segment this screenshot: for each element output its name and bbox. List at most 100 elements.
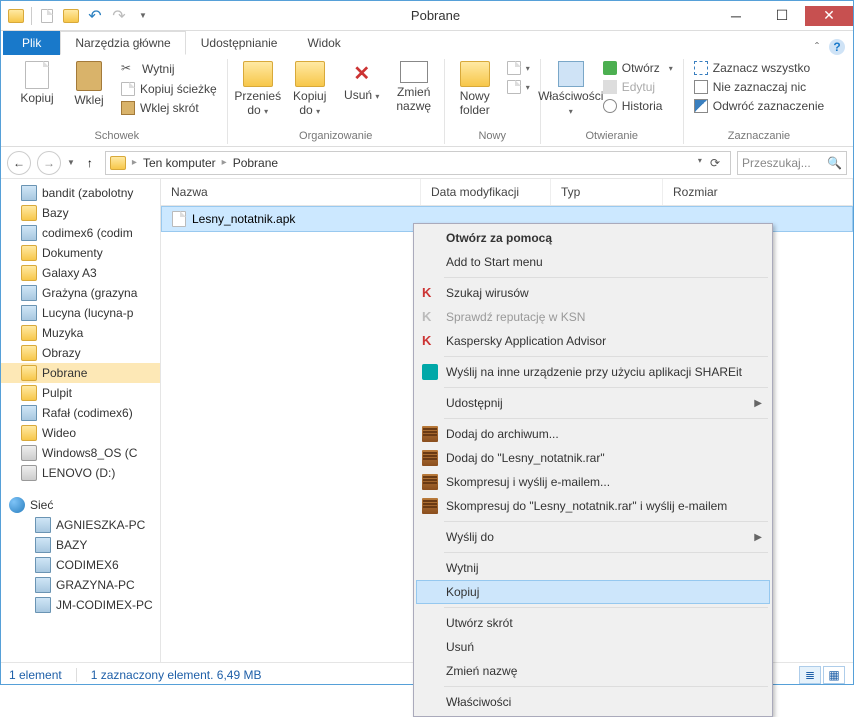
- view-icons-button[interactable]: ▦: [823, 666, 845, 684]
- invert-selection-button[interactable]: Odwróć zaznaczenie: [690, 97, 828, 115]
- paste-button[interactable]: Wklej: [65, 59, 113, 109]
- view-details-button[interactable]: ≣: [799, 666, 821, 684]
- tree-item[interactable]: Lucyna (lucyna-p: [1, 303, 160, 323]
- breadcrumb[interactable]: ▸ Ten komputer ▸ Pobrane ▾ ⟳: [105, 151, 731, 175]
- back-button[interactable]: ←: [7, 151, 31, 175]
- tab-home[interactable]: Narzędzia główne: [60, 31, 185, 55]
- up-button[interactable]: ↑: [81, 156, 99, 170]
- tree-item[interactable]: BAZY: [1, 535, 160, 555]
- ctx-cut[interactable]: Wytnij: [416, 556, 770, 580]
- tree-item[interactable]: Muzyka: [1, 323, 160, 343]
- tree-item[interactable]: Obrazy: [1, 343, 160, 363]
- address-bar: ← → ▼ ↑ ▸ Ten komputer ▸ Pobrane ▾ ⟳ Prz…: [1, 147, 853, 179]
- tree-item[interactable]: Bazy: [1, 203, 160, 223]
- ctx-compress-mail[interactable]: Skompresuj i wyślij e-mailem...: [416, 470, 770, 494]
- collapse-ribbon-icon[interactable]: ˆ: [815, 40, 819, 54]
- new-access-button[interactable]: ▾: [503, 78, 534, 96]
- ctx-shareit[interactable]: Wyślij na inne urządzenie przy użyciu ap…: [416, 360, 770, 384]
- history-dropdown-icon[interactable]: ▼: [67, 158, 75, 167]
- properties-button[interactable]: Właściwości ▾: [547, 59, 595, 119]
- ctx-scan-viruses[interactable]: KSzukaj wirusów: [416, 281, 770, 305]
- navigation-tree[interactable]: bandit (zabolotny Bazy codimex6 (codim D…: [1, 179, 161, 662]
- close-button[interactable]: ✕: [805, 6, 853, 26]
- tree-item[interactable]: JM-CODIMEX-PC: [1, 595, 160, 615]
- address-dropdown-icon[interactable]: ▾: [698, 156, 702, 170]
- qat-dropdown-icon[interactable]: ▼: [132, 5, 154, 27]
- select-none-button[interactable]: Nie zaznaczaj nic: [690, 78, 828, 96]
- tab-view[interactable]: Widok: [292, 31, 355, 55]
- col-date[interactable]: Data modyfikacji: [421, 179, 551, 205]
- edit-button: Edytuj: [599, 78, 677, 96]
- new-folder-button[interactable]: Nowy folder: [451, 59, 499, 119]
- maximize-button[interactable]: ☐: [759, 6, 805, 26]
- titlebar: ↶ ↷ ▼ Pobrane ─ ☐ ✕: [1, 1, 853, 31]
- redo-icon[interactable]: ↷: [108, 5, 130, 27]
- tab-file[interactable]: Plik: [3, 31, 60, 55]
- window-controls: ─ ☐ ✕: [713, 6, 853, 26]
- open-button[interactable]: Otwórz▾: [599, 59, 677, 77]
- tree-item[interactable]: AGNIESZKA-PC: [1, 515, 160, 535]
- ctx-open-with[interactable]: Otwórz za pomocą: [416, 226, 770, 250]
- ctx-send-to[interactable]: Wyślij do▶: [416, 525, 770, 549]
- file-name: Lesny_notatnik.apk: [192, 212, 295, 226]
- ctx-rename[interactable]: Zmień nazwę: [416, 659, 770, 683]
- copy-path-button[interactable]: Kopiuj ścieżkę: [117, 80, 221, 98]
- tree-item[interactable]: Galaxy A3: [1, 263, 160, 283]
- tree-item[interactable]: Grażyna (grazyna: [1, 283, 160, 303]
- ctx-share-with[interactable]: Udostępnij▶: [416, 391, 770, 415]
- folder-icon: [110, 156, 126, 170]
- ctx-create-shortcut[interactable]: Utwórz skrót: [416, 611, 770, 635]
- tree-item[interactable]: LENOVO (D:): [1, 463, 160, 483]
- ctx-ksn: KSprawdź reputację w KSN: [416, 305, 770, 329]
- cut-button[interactable]: ✂Wytnij: [117, 59, 221, 79]
- group-select: Zaznacz wszystko Nie zaznaczaj nic Odwró…: [684, 59, 834, 144]
- copy-to-button[interactable]: Kopiuj do ▾: [286, 59, 334, 119]
- new-item-button[interactable]: ▾: [503, 59, 534, 77]
- qat-folder-icon[interactable]: [5, 5, 27, 27]
- search-input[interactable]: Przeszukaj... 🔍: [737, 151, 847, 175]
- ctx-properties[interactable]: Właściwości: [416, 690, 770, 714]
- move-to-button[interactable]: Przenieś do ▾: [234, 59, 282, 119]
- refresh-icon[interactable]: ⟳: [704, 156, 726, 170]
- tree-item[interactable]: Dokumenty: [1, 243, 160, 263]
- qat-open-icon[interactable]: [60, 5, 82, 27]
- ribbon-tabs: Plik Narzędzia główne Udostępnianie Wido…: [1, 31, 853, 55]
- tree-item[interactable]: GRAZYNA-PC: [1, 575, 160, 595]
- tree-item[interactable]: Pulpit: [1, 383, 160, 403]
- tree-item[interactable]: Rafał (codimex6): [1, 403, 160, 423]
- column-headers: Nazwa Data modyfikacji Typ Rozmiar: [161, 179, 853, 206]
- select-all-button[interactable]: Zaznacz wszystko: [690, 59, 828, 77]
- undo-icon[interactable]: ↶: [84, 5, 106, 27]
- paste-shortcut-button[interactable]: Wklej skrót: [117, 99, 221, 117]
- rename-button[interactable]: Zmień nazwę: [390, 59, 438, 115]
- tab-share[interactable]: Udostępnianie: [186, 31, 293, 55]
- tree-item[interactable]: Wideo: [1, 423, 160, 443]
- col-type[interactable]: Typ: [551, 179, 663, 205]
- ctx-add-rar[interactable]: Dodaj do "Lesny_notatnik.rar": [416, 446, 770, 470]
- ctx-add-archive[interactable]: Dodaj do archiwum...: [416, 422, 770, 446]
- tree-item[interactable]: codimex6 (codim: [1, 223, 160, 243]
- crumb-pc[interactable]: Ten komputer: [143, 156, 216, 170]
- delete-button[interactable]: ✕Usuń ▾: [338, 59, 386, 104]
- tree-item[interactable]: bandit (zabolotny: [1, 183, 160, 203]
- ctx-compress-rar-mail[interactable]: Skompresuj do "Lesny_notatnik.rar" i wyś…: [416, 494, 770, 518]
- search-icon: 🔍: [827, 156, 842, 170]
- help-icon[interactable]: ?: [829, 39, 845, 55]
- col-size[interactable]: Rozmiar: [663, 179, 853, 205]
- copy-button[interactable]: Kopiuj: [13, 59, 61, 107]
- quick-access-toolbar: ↶ ↷ ▼: [1, 5, 158, 27]
- col-name[interactable]: Nazwa: [161, 179, 421, 205]
- ctx-kaa[interactable]: KKaspersky Application Advisor: [416, 329, 770, 353]
- tree-item[interactable]: CODIMEX6: [1, 555, 160, 575]
- tree-item-selected[interactable]: Pobrane: [1, 363, 160, 383]
- history-button[interactable]: Historia: [599, 97, 677, 115]
- crumb-folder[interactable]: Pobrane: [233, 156, 278, 170]
- file-icon: [172, 211, 186, 227]
- tree-network[interactable]: Sieć: [1, 495, 160, 515]
- ctx-add-start[interactable]: Add to Start menu: [416, 250, 770, 274]
- ctx-delete[interactable]: Usuń: [416, 635, 770, 659]
- qat-new-icon[interactable]: [36, 5, 58, 27]
- tree-item[interactable]: Windows8_OS (C: [1, 443, 160, 463]
- minimize-button[interactable]: ─: [713, 6, 759, 26]
- ctx-copy[interactable]: Kopiuj: [416, 580, 770, 604]
